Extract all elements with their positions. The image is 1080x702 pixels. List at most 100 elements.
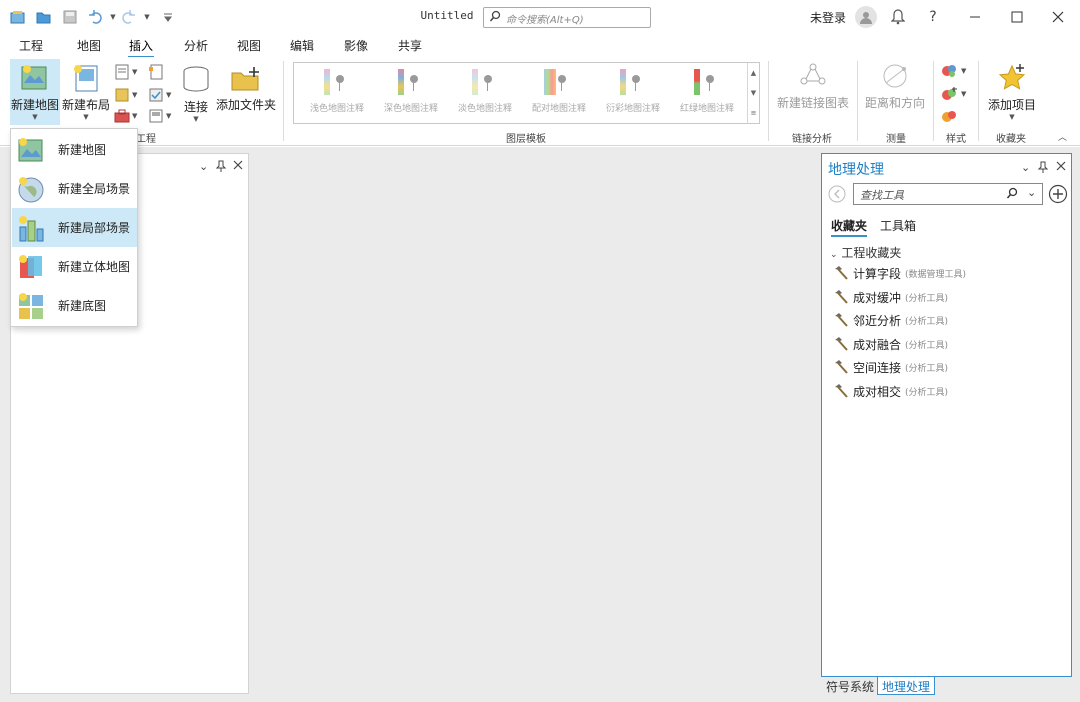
add-folder-button[interactable]: 添加文件夹 [216,65,276,113]
search-icon [489,10,502,26]
find-tools-input[interactable]: 查找工具 ⌄ [853,183,1043,205]
tab-map[interactable]: 地图 [77,37,101,54]
new-task-button[interactable]: ▼ [148,86,176,104]
tool-item[interactable]: 邻近分析 (分析工具) [833,310,948,330]
tool-item[interactable]: 成对缓冲 (分析工具) [833,287,948,307]
tab-edit[interactable]: 编辑 [290,37,314,54]
undo-icon[interactable] [88,9,104,25]
connect-button[interactable]: 连接 ▼ [180,65,212,123]
globe-icon [18,176,44,202]
pane-options-chevron-icon[interactable]: ⌄ [199,160,208,173]
tool-item[interactable]: 成对融合 (分析工具) [833,334,948,354]
new-link-chart-button[interactable]: 新建链接图表 [776,61,850,111]
gallery-expand-button[interactable]: ≡ [747,103,759,123]
pin-pane-icon[interactable] [215,160,227,175]
redo-dropdown-icon[interactable]: ▼ [138,9,154,25]
tab-geoprocessing[interactable]: 地理处理 [877,677,936,695]
menu-item-new-stereo-map[interactable]: 新建立体地图 [12,247,137,286]
tab-project[interactable]: 工程 [19,37,43,54]
search-icon[interactable] [1006,187,1019,203]
toolbox-button[interactable]: ▼ [114,107,142,125]
group-label-project: 工程 [136,134,156,145]
new-map-button[interactable]: 新建地图 ▼ [10,59,60,125]
gallery-item-muted-basemap[interactable]: 淡色地图注释 [448,67,522,117]
command-search-input[interactable]: 命令搜索(Alt+Q) [483,7,651,28]
new-project-icon[interactable] [10,9,26,25]
menu-item-new-global-scene[interactable]: 新建全局场景 [12,169,137,208]
pane-options-chevron-icon[interactable]: ⌄ [1021,161,1030,174]
maximize-window-button[interactable] [1004,5,1030,29]
notifications-bell-icon[interactable] [885,5,911,29]
gallery-item-paired-basemap[interactable]: 配对地图注释 [522,67,596,117]
new-layout-icon [74,65,98,92]
redo-icon[interactable] [120,9,136,25]
add-folder-icon [231,67,259,91]
menu-item-new-basemap[interactable]: 新建底图 [12,286,137,325]
new-notebook-button[interactable] [148,63,176,81]
help-button[interactable]: ? [920,5,946,29]
hammer-icon [835,290,848,304]
group-divider [933,61,934,141]
pin-pane-icon[interactable] [1037,161,1049,176]
tool-item[interactable]: 成对相交 (分析工具) [833,381,948,401]
local-scene-icon [19,215,44,241]
tool-item[interactable]: 计算字段 (数据管理工具) [833,263,966,283]
tab-analysis[interactable]: 分析 [184,37,208,54]
gallery-scroll-up-button[interactable]: ▲ [747,63,759,83]
notebook-icon [149,64,163,80]
sign-in-status[interactable]: 未登录 [810,9,846,26]
minimize-window-button[interactable] [962,5,988,29]
tab-favorites[interactable]: 收藏夹 [831,217,868,237]
project-favorites-header[interactable]: ⌄ 工程收藏夹 [830,244,901,261]
tab-share[interactable]: 共享 [398,37,422,54]
new-style-button[interactable]: ▼ [941,85,969,103]
find-tools-placeholder: 查找工具 [860,189,904,202]
save-icon[interactable] [62,9,78,25]
new-report-button[interactable]: ▼ [114,63,142,81]
layer-template-gallery[interactable]: 浅色地图注释 深色地图注释 淡色地图注释 配对地图注释 衍彩地图注释 红绿地图注… [293,62,760,124]
close-pane-icon[interactable] [1056,161,1066,174]
close-pane-icon[interactable] [233,160,243,173]
chevron-down-icon: ▼ [193,115,199,123]
open-project-icon[interactable] [36,9,52,25]
gallery-item-spectral-basemap[interactable]: 衍彩地图注释 [596,67,670,117]
hammer-icon [835,384,848,398]
avatar[interactable] [855,6,877,28]
add-item-button[interactable]: 添加项目 ▼ [986,63,1038,121]
search-options-chevron-icon[interactable]: ⌄ [1027,186,1036,199]
link-chart-icon [800,63,826,85]
menu-item-new-local-scene[interactable]: 新建局部场景 [12,208,137,247]
add-style-button[interactable]: ▼ [941,62,969,80]
tab-symbology[interactable]: 符号系统 [822,677,878,695]
ribbon-tabs: 工程 地图 插入 分析 视图 编辑 影像 共享 [0,35,1080,58]
hammer-icon [835,313,848,327]
menu-item-new-map[interactable]: 新建地图 [12,130,137,169]
tab-toolboxes[interactable]: 工具箱 [880,217,916,234]
chevron-down-icon: ▼ [32,113,38,121]
tool-item[interactable]: 空间连接 (分析工具) [833,357,948,377]
add-circle-icon[interactable] [1048,184,1068,207]
new-layout-button[interactable]: 新建布局 ▼ [62,59,110,121]
tab-insert[interactable]: 插入 [127,37,155,58]
chevron-down-icon: ▼ [1009,113,1015,121]
customize-toolbar-icon[interactable] [160,9,176,25]
hammer-icon [835,360,848,374]
close-window-button[interactable] [1045,5,1071,29]
back-arrow-icon[interactable] [828,185,846,206]
distance-direction-button[interactable]: 距离和方向 [864,61,926,111]
gallery-scroll-down-button[interactable]: ▼ [747,83,759,103]
collapse-ribbon-icon[interactable]: ︿ [1058,130,1067,143]
gallery-item-light-basemap[interactable]: 浅色地图注释 [300,67,374,117]
import-map-button[interactable]: ▼ [114,86,142,104]
new-element-button[interactable]: ▼ [148,107,176,125]
undo-dropdown-icon[interactable]: ▼ [104,9,120,25]
hammer-icon [835,266,848,280]
basemap-icon [19,292,43,319]
command-search-placeholder: 命令搜索(Alt+Q) [506,15,584,26]
gallery-item-red-green-basemap[interactable]: 红绿地图注释 [670,67,744,117]
import-style-button[interactable] [941,107,969,125]
chevron-down-icon: ⌄ [830,250,838,260]
tab-imagery[interactable]: 影像 [344,37,368,54]
gallery-item-dark-basemap[interactable]: 深色地图注释 [374,67,448,117]
tab-view[interactable]: 视图 [237,37,261,54]
